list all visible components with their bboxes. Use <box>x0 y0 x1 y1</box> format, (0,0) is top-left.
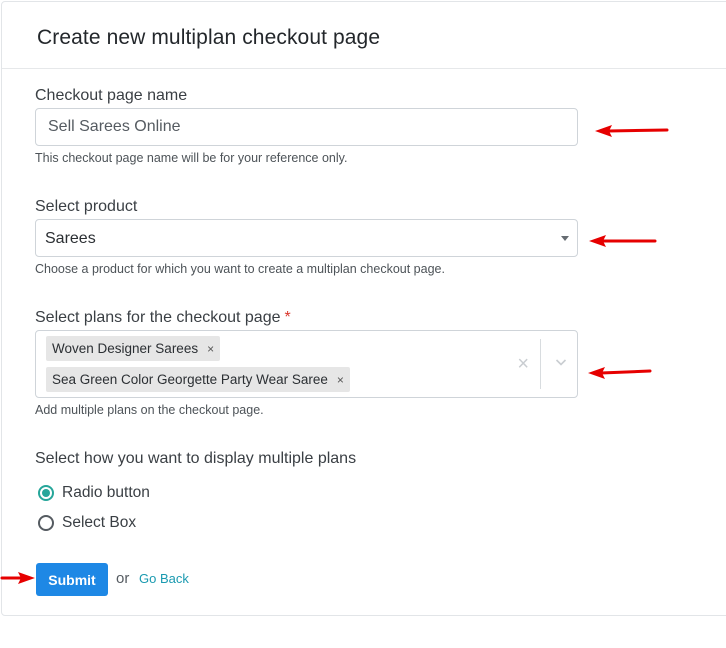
or-text: or <box>116 570 130 587</box>
remove-tag-icon[interactable]: × <box>337 368 344 393</box>
remove-tag-icon[interactable]: × <box>207 337 214 362</box>
plans-label: Select plans for the checkout page * <box>35 309 291 327</box>
radio-option-label[interactable]: Select Box <box>62 514 136 532</box>
radio-option-select-box[interactable]: Select Box <box>38 513 136 533</box>
arrow-right-icon <box>0 572 35 584</box>
product-label: Select product <box>35 198 138 215</box>
card-header: Create new multiplan checkout page <box>2 2 726 69</box>
plan-tag-label: Woven Designer Sarees <box>52 341 199 356</box>
plans-multiselect[interactable]: Woven Designer Sarees × Sea Green Color G… <box>35 330 578 398</box>
plan-tag: Sea Green Color Georgette Party Wear Sar… <box>46 367 350 392</box>
plan-tag-label: Sea Green Color Georgette Party Wear Sar… <box>52 372 328 387</box>
chevron-down-icon[interactable] <box>555 356 567 368</box>
clear-all-icon[interactable]: × <box>517 354 529 374</box>
page-title: Create new multiplan checkout page <box>37 26 381 49</box>
product-selected-value: Sarees <box>45 230 96 247</box>
product-help: Choose a product for which you want to c… <box>35 262 445 276</box>
product-select[interactable]: Sarees <box>35 219 578 257</box>
go-back-link[interactable]: Go Back <box>139 571 189 586</box>
arrow-left-icon <box>589 235 657 247</box>
radio-option-radio-button[interactable]: Radio button <box>38 483 150 503</box>
arrow-left-icon <box>595 125 669 137</box>
display-label: Select how you want to display multiple … <box>35 450 357 467</box>
plans-help: Add multiple plans on the checkout page. <box>35 403 264 417</box>
radio-checked-icon[interactable] <box>38 485 54 501</box>
plan-tag: Woven Designer Sarees × <box>46 336 221 362</box>
checkout-name-input[interactable] <box>35 108 578 146</box>
radio-unchecked-icon[interactable] <box>38 515 54 531</box>
radio-option-label[interactable]: Radio button <box>62 484 150 502</box>
required-mark: * <box>284 309 291 326</box>
indicator-separator <box>540 339 541 389</box>
caret-down-icon <box>561 236 569 241</box>
checkout-name-help: This checkout page name will be for your… <box>35 151 348 165</box>
plans-label-text: Select plans for the checkout page <box>35 309 281 326</box>
arrow-left-icon <box>588 367 652 379</box>
checkout-name-label: Checkout page name <box>35 87 188 104</box>
submit-button[interactable]: Submit <box>36 563 108 596</box>
